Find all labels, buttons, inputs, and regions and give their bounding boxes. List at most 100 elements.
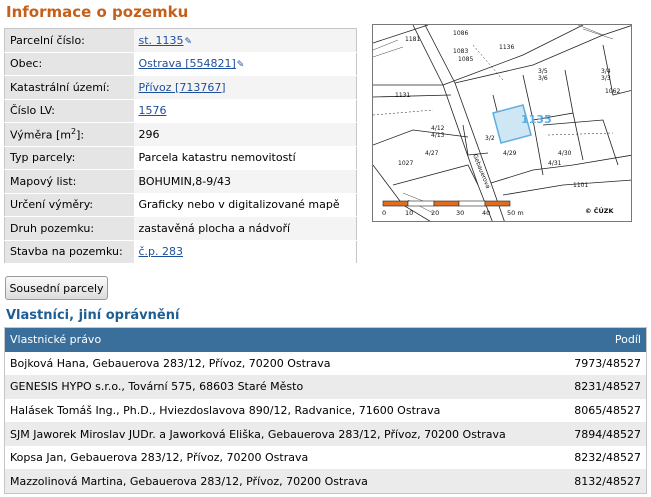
owner-share: 7973/48527 [561,351,647,376]
owner-row: GENESIS HYPO s.r.o., Tovární 575, 68603 … [4,375,647,399]
info-link[interactable]: Přívoz [713767] [139,81,226,94]
info-value: Přívoz [713767] [133,75,357,100]
svg-text:1083: 1083 [453,48,468,55]
info-label: Mapový list: [4,169,134,194]
owner-share: 7894/48527 [561,422,647,446]
owners-table: Vlastnické právo Podíl Bojková Hana, Geb… [4,327,647,494]
info-label: Výměra [m2]: [4,122,134,147]
parcel-info-table: Parcelní číslo: st. 1135✎ Obec: Ostrava [55… [4,28,357,264]
info-row: Stavba na pozemku: č.p. 283 [4,240,357,264]
info-value: 1576 [133,99,357,123]
owner-name: Kopsa Jan, Gebauerova 283/12, Přívoz, 70… [4,445,562,470]
owner-row: SJM Jaworek Miroslav JUDr. a Jaworková E… [4,422,647,446]
owner-row: Halásek Tomáš Ing., Ph.D., Hviezdoslavov… [4,398,647,423]
info-value: č.p. 283 [133,240,357,264]
owner-name: Mazzolinová Martina, Gebauerova 283/12, … [4,469,562,494]
owner-share: 8232/48527 [561,445,647,470]
svg-text:4/27: 4/27 [425,150,439,157]
header-share: Podíl [561,327,647,352]
svg-text:4/29: 4/29 [503,150,517,157]
cadastral-map[interactable]: 1181 1086 1083 1085 1136 1062 3/5 3/6 3/… [372,24,632,222]
owner-share: 8065/48527 [561,398,647,423]
info-row: Výměra [m2]: 296 [4,122,357,147]
svg-text:1086: 1086 [453,30,468,37]
svg-text:3/2: 3/2 [485,135,495,142]
scale-label: 30 [456,209,464,217]
svg-text:1136: 1136 [499,44,514,51]
info-label: Číslo LV: [4,99,134,123]
info-text: BOHUMIN,8-9/43 [138,174,231,188]
info-value: Ostrava [554821]✎ [133,52,357,76]
svg-text:3/4: 3/4 [601,68,611,75]
map-scale-bar [382,200,511,207]
owner-name: Bojková Hana, Gebauerova 283/12, Přívoz,… [4,351,562,376]
map-parcel-label: 1135 [521,113,552,126]
header-ownership-right: Vlastnické právo [4,327,562,352]
svg-text:1131: 1131 [395,92,410,99]
info-label: Katastrální území: [4,75,134,100]
scale-label: 10 [405,209,413,217]
info-label: Určení výměry: [4,193,134,217]
svg-text:Gebauerova: Gebauerova [471,153,491,190]
neighbor-parcels-button[interactable]: Sousední parcely [5,276,108,300]
info-label: Parcelní číslo: [4,28,134,53]
svg-text:4/30: 4/30 [558,150,572,157]
info-row: Katastrální území: Přívoz [713767] [4,75,357,100]
owner-share: 8231/48527 [561,375,647,399]
info-row: Číslo LV: 1576 [4,99,357,123]
info-link[interactable]: 1576 [139,104,167,117]
svg-text:4/31: 4/31 [548,160,562,167]
info-label: Typ parcely: [4,146,134,170]
owner-name: GENESIS HYPO s.r.o., Tovární 575, 68603 … [4,375,562,399]
owner-row: Mazzolinová Martina, Gebauerova 283/12, … [4,469,647,494]
info-label: Stavba na pozemku: [4,240,134,264]
svg-text:3/6: 3/6 [538,75,548,82]
svg-text:4/13: 4/13 [431,132,445,139]
owner-row: Kopsa Jan, Gebauerova 283/12, Přívoz, 70… [4,445,647,470]
owner-name: Halásek Tomáš Ing., Ph.D., Hviezdoslavov… [4,398,562,423]
page-title: Informace o pozemku [6,3,189,21]
info-text: Parcela katastru nemovitostí [138,151,296,165]
info-text: 296 [138,127,160,141]
info-row: Obec: Ostrava [554821]✎ [4,52,357,76]
owner-name: SJM Jaworek Miroslav JUDr. a Jaworková E… [4,422,562,446]
info-value: 296 [133,122,357,147]
info-text: zastavěná plocha a nádvoří [138,221,291,235]
edit-pencil-icon[interactable]: ✎ [237,60,245,70]
svg-text:1027: 1027 [398,160,413,167]
svg-text:1062: 1062 [605,88,620,95]
svg-text:1181: 1181 [405,36,420,43]
svg-text:3/5: 3/5 [538,68,548,75]
owner-row: Bojková Hana, Gebauerova 283/12, Přívoz,… [4,351,647,376]
info-row: Určení výměry: Graficky nebo v digitalizo… [4,193,357,217]
owners-section-title: Vlastníci, jiní oprávnění [6,308,180,323]
scale-label: 50 m [507,209,524,217]
info-value: Parcela katastru nemovitostí [133,146,357,170]
scale-label: 40 [482,209,490,217]
info-value: st. 1135✎ [133,28,357,53]
info-label: Druh pozemku: [4,216,134,241]
map-copyright: © ČÚZK [585,206,615,215]
info-link[interactable]: Ostrava [554821] [139,57,236,70]
info-row: Mapový list: BOHUMIN,8-9/43 [4,169,357,194]
info-text: Graficky nebo v digitalizované mapě [138,198,340,212]
map-drawing: 1181 1086 1083 1085 1136 1062 3/5 3/6 3/… [373,25,631,221]
info-value: Graficky nebo v digitalizované mapě [133,193,357,217]
info-row: Parcelní číslo: st. 1135✎ [4,28,357,53]
info-value: BOHUMIN,8-9/43 [133,169,357,194]
info-row: Druh pozemku: zastavěná plocha a nádvoří [4,216,357,241]
svg-text:4/12: 4/12 [431,125,445,132]
svg-text:3/3: 3/3 [601,75,611,82]
svg-text:1101: 1101 [573,182,588,189]
info-link[interactable]: st. 1135 [139,34,184,47]
info-row: Typ parcely: Parcela katastru nemovitostí [4,146,357,170]
svg-text:1085: 1085 [458,56,473,63]
scale-label: 20 [431,209,439,217]
scale-label: 0 [382,209,386,217]
info-label: Obec: [4,52,134,76]
owner-share: 8132/48527 [561,469,647,494]
info-link[interactable]: č.p. 283 [139,245,184,258]
info-value: zastavěná plocha a nádvoří [133,216,357,241]
owners-header-row: Vlastnické právo Podíl [4,327,647,352]
edit-pencil-icon[interactable]: ✎ [185,37,193,47]
